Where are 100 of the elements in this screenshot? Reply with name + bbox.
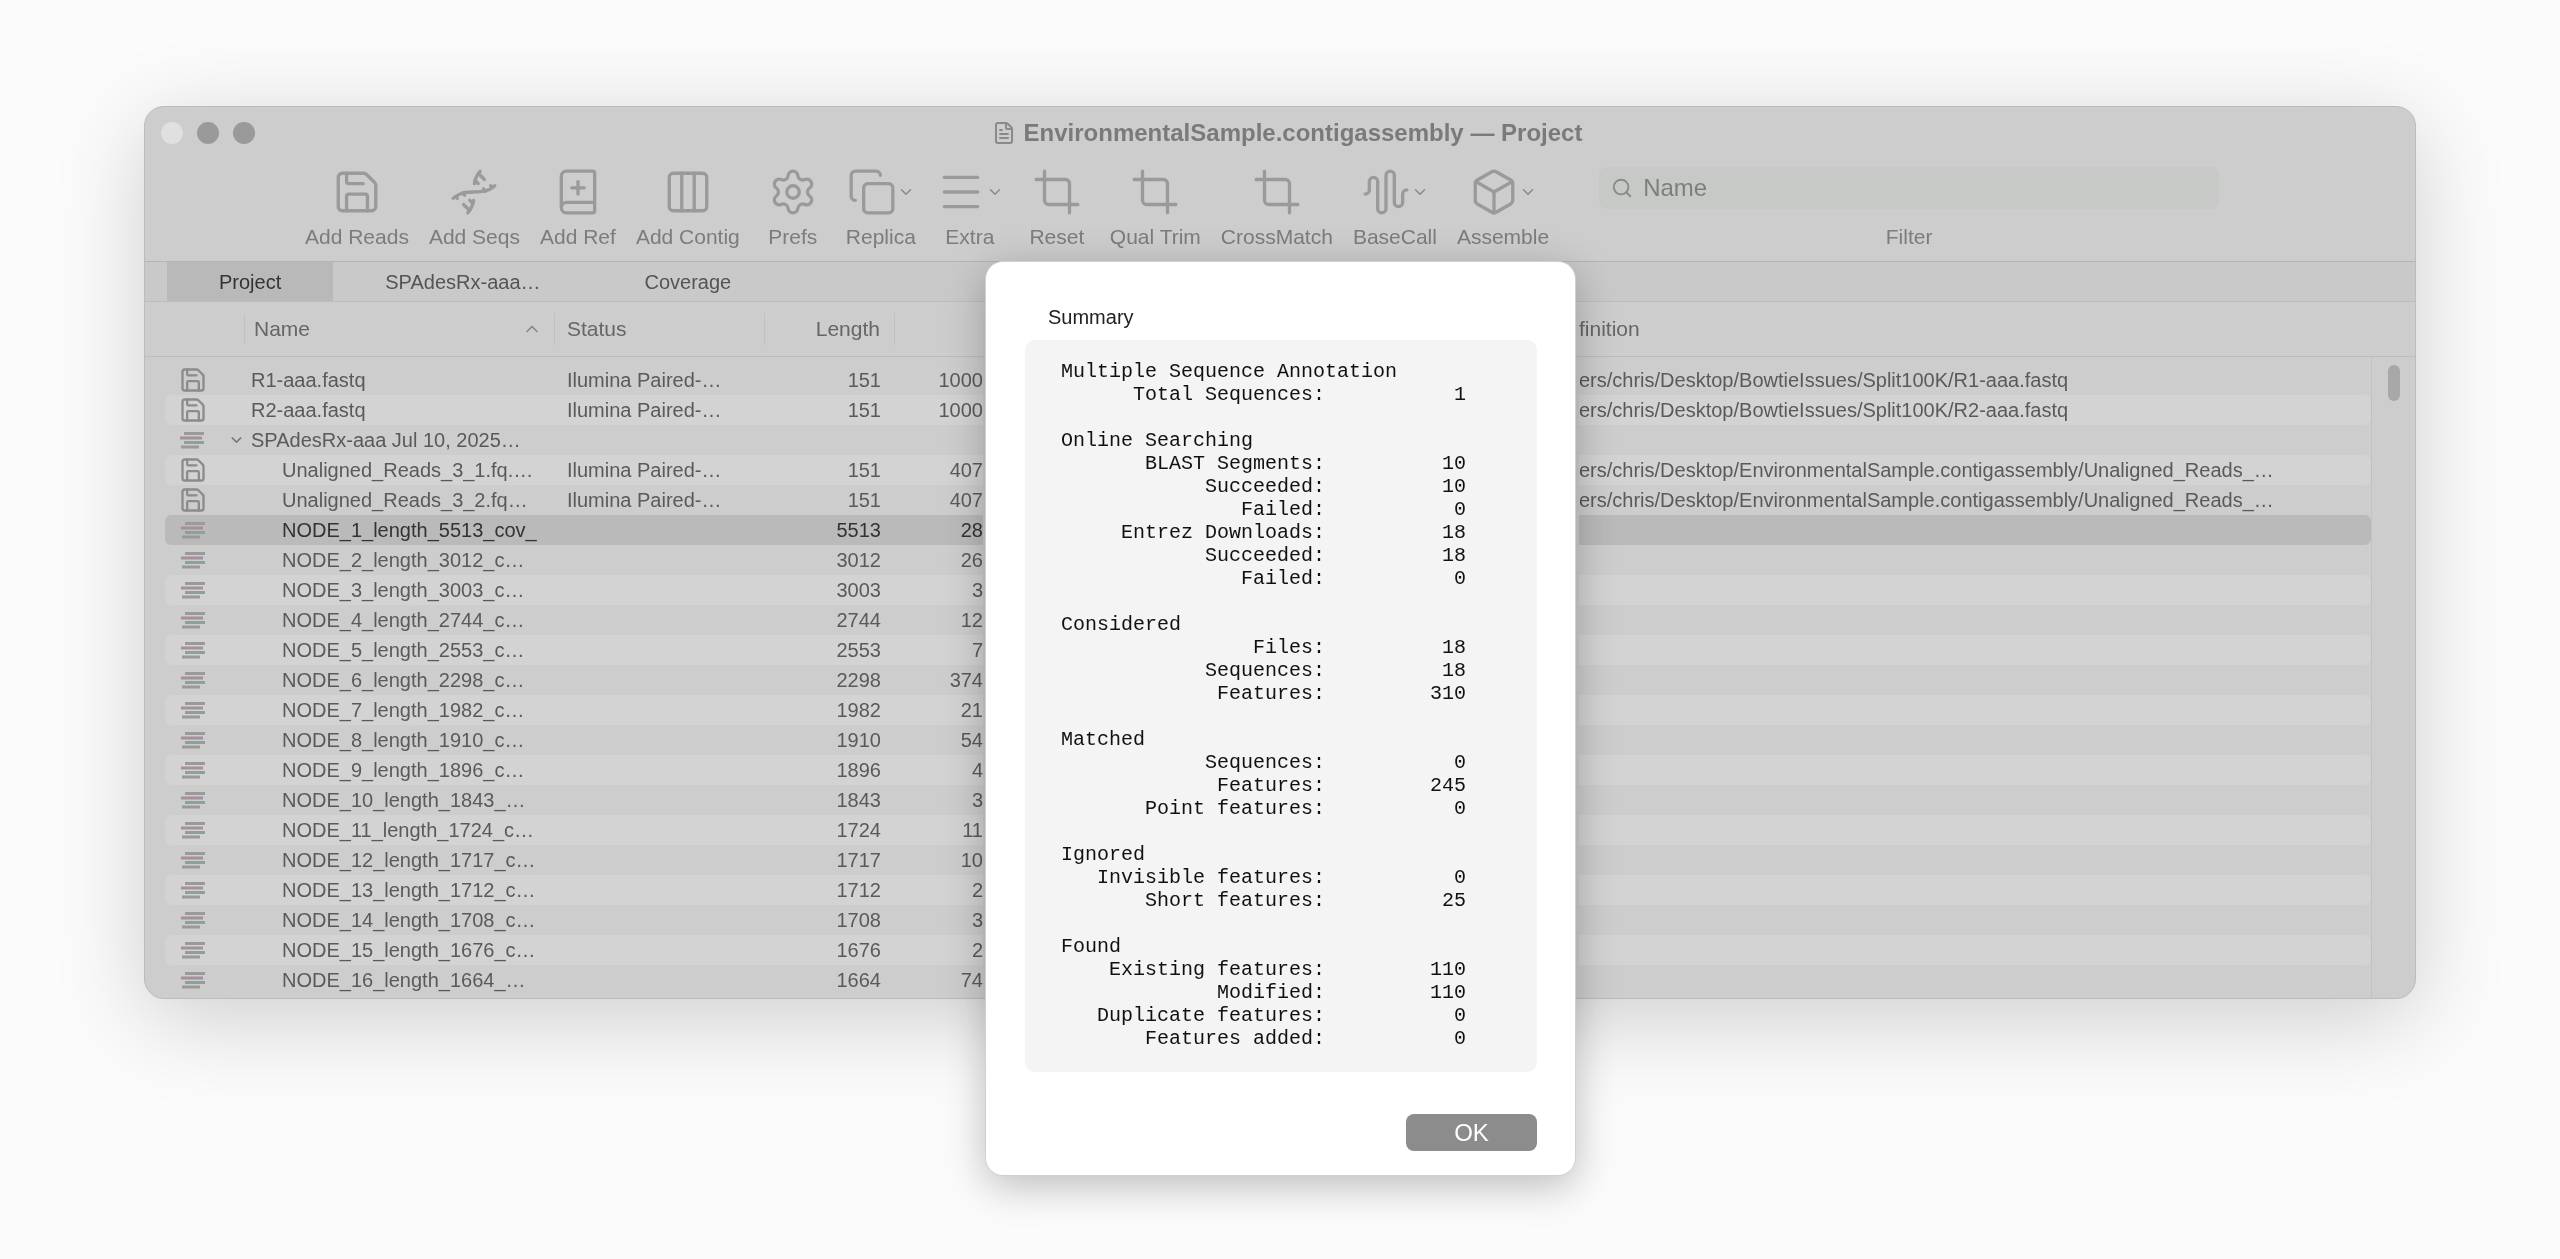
count-cell: 21 xyxy=(960,699,983,721)
table-row[interactable]: NODE_13_length_1712_c… 1712 2 xyxy=(165,875,983,905)
table-row[interactable]: NODE_1_length_5513_cov_ 5513 28 xyxy=(165,515,983,545)
search-icon xyxy=(1611,177,1634,199)
file-name: NODE_8_length_1910_c… xyxy=(282,729,525,751)
length-cell: 151 xyxy=(847,489,881,511)
column-header[interactable]: finition xyxy=(1579,313,2415,345)
section-heading: Ignored xyxy=(1061,843,1145,866)
length-cell: 151 xyxy=(847,369,881,391)
column-header[interactable]: Status xyxy=(555,313,765,345)
summary-value: 0 xyxy=(1453,567,1466,590)
tab[interactable]: Project xyxy=(167,262,334,301)
toolbar-button[interactable]: BaseCall xyxy=(1342,159,1447,253)
ok-button[interactable]: OK xyxy=(1406,1114,1537,1151)
table-row[interactable] xyxy=(1579,815,2371,845)
summary-value: 25 xyxy=(1441,889,1466,912)
toolbar-button[interactable]: Prefs xyxy=(749,159,836,253)
table-row[interactable] xyxy=(1579,695,2371,725)
summary-label: Entrez Downloads: xyxy=(1119,521,1325,544)
summary-label: Invisible features: xyxy=(1095,866,1325,889)
table-row[interactable]: NODE_10_length_1843_… 1843 3 xyxy=(165,785,983,815)
table-row[interactable] xyxy=(1579,575,2371,605)
tab[interactable]: SPAdesRx-aaa… xyxy=(333,262,593,301)
length-cell: 2298 xyxy=(836,669,881,691)
file-name: NODE_7_length_1982_c… xyxy=(282,699,525,721)
contig-icon xyxy=(179,941,207,959)
table-row[interactable]: NODE_4_length_2744_c… 2744 12 xyxy=(165,605,983,635)
table-row[interactable]: NODE_15_length_1676_c… 1676 2 xyxy=(165,935,983,965)
toolbar-button[interactable]: Add Reads xyxy=(295,159,419,253)
path-cell-text: ers/chris/Desktop/BowtieIssues/Split100K/R2-aaa.fastq xyxy=(1579,398,2069,423)
summary-label: BLAST Segments: xyxy=(1143,452,1325,475)
window-title: EnvironmentalSample.contigassembly — Project xyxy=(1023,118,1583,148)
crop-icon xyxy=(1251,167,1302,217)
table-row[interactable] xyxy=(1579,515,2371,545)
summary-value: 18 xyxy=(1441,636,1466,659)
summary-label: Existing features: xyxy=(1107,958,1325,981)
toolbar-button[interactable]: CrossMatch xyxy=(1210,159,1343,253)
file-name: NODE_2_length_3012_c… xyxy=(282,549,525,571)
file-name: NODE_10_length_1843_… xyxy=(282,789,526,811)
status-cell: Ilumina Paired-… xyxy=(567,489,722,511)
count-cell: 1000 xyxy=(938,369,983,391)
length-cell: 1717 xyxy=(836,849,881,871)
toolbar-button[interactable]: Qual Trim xyxy=(1099,159,1211,253)
toolbar-button[interactable]: Add Contig xyxy=(625,159,750,253)
table-row[interactable]: NODE_6_length_2298_c… 2298 374 xyxy=(165,665,983,695)
column-header[interactable]: Name xyxy=(245,313,555,345)
table-row[interactable]: NODE_3_length_3003_c… 3003 3 xyxy=(165,575,983,605)
table-row[interactable]: ers/chris/Desktop/EnvironmentalSample.contigassembly/Unaligned_Reads_… xyxy=(1579,455,2371,485)
minimize-button[interactable] xyxy=(197,122,219,144)
file-name: NODE_3_length_3003_c… xyxy=(282,579,525,601)
summary-value: 245 xyxy=(1429,774,1466,797)
table-row[interactable]: NODE_12_length_1717_c… 1717 10 xyxy=(165,845,983,875)
summary-label: Modified: xyxy=(1215,981,1325,1004)
table-row[interactable] xyxy=(1579,635,2371,665)
file-name: NODE_11_length_1724_c… xyxy=(282,819,535,841)
table-row[interactable]: NODE_9_length_1896_c… 1896 4 xyxy=(165,755,983,785)
table-row[interactable] xyxy=(1579,875,2371,905)
zoom-button[interactable] xyxy=(233,122,255,144)
toolbar-button[interactable]: Replica xyxy=(835,159,926,253)
contig-icon xyxy=(179,671,207,689)
table-row[interactable]: Unaligned_Reads_3_2.fq… Ilumina Paired-… 151 407 xyxy=(165,485,983,515)
table-row[interactable]: R2-aaa.fastq Ilumina Paired-… 151 1000 xyxy=(165,395,983,425)
scrollbar-thumb[interactable] xyxy=(2387,365,2400,401)
summary-value: 18 xyxy=(1441,521,1466,544)
table-row[interactable]: SPAdesRx-aaa Jul 10, 2025… xyxy=(165,425,983,455)
summary-label: Short features: xyxy=(1143,889,1325,912)
section-heading: Matched xyxy=(1061,728,1145,751)
table-row[interactable] xyxy=(1579,755,2371,785)
length-cell: 151 xyxy=(847,399,881,421)
table-row[interactable]: NODE_11_length_1724_c… 1724 11 xyxy=(165,815,983,845)
count-cell: 3 xyxy=(971,579,983,601)
contig-icon xyxy=(179,551,207,569)
table-row[interactable]: NODE_2_length_3012_c… 3012 26 xyxy=(165,545,983,575)
table-row[interactable]: NODE_16_length_1664_… 1664 74 xyxy=(165,965,983,995)
path-cell-text: ers/chris/Desktop/EnvironmentalSample.contigassembly/Unaligned_Reads_… xyxy=(1579,458,2274,484)
table-row[interactable]: R1-aaa.fastq Ilumina Paired-… 151 1000 xyxy=(165,365,983,395)
floppy-icon xyxy=(179,396,207,424)
table-row[interactable]: NODE_14_length_1708_c… 1708 3 xyxy=(165,905,983,935)
table-row[interactable] xyxy=(1579,935,2371,965)
column-header[interactable]: Length xyxy=(765,313,895,345)
file-name: NODE_12_length_1717_c… xyxy=(282,849,536,871)
toolbar-button[interactable]: Add Ref xyxy=(530,159,626,253)
tab[interactable]: Coverage xyxy=(592,262,784,301)
summary-label: Failed: xyxy=(1240,498,1325,521)
count-cell: 10 xyxy=(960,849,983,871)
crop-icon xyxy=(1031,167,1082,217)
table-row[interactable]: NODE_8_length_1910_c… 1910 54 xyxy=(165,725,983,755)
table-row[interactable]: Unaligned_Reads_3_1.fq.… Ilumina Paired-… 151 407 xyxy=(165,455,983,485)
toolbar-button[interactable]: Assemble xyxy=(1446,159,1560,253)
count-cell: 2 xyxy=(971,879,983,901)
table-row[interactable]: NODE_5_length_2553_c… 2553 7 xyxy=(165,635,983,665)
toolbar-button[interactable]: Reset xyxy=(1013,159,1100,253)
filter-field[interactable]: Name xyxy=(1599,167,2220,209)
table-row[interactable]: ers/chris/Desktop/BowtieIssues/Split100K/R2-aaa.fastq xyxy=(1579,395,2371,425)
file-name: NODE_13_length_1712_c… xyxy=(282,879,536,901)
summary-label: Features: xyxy=(1215,682,1325,705)
table-row[interactable]: NODE_7_length_1982_c… 1982 21 xyxy=(165,695,983,725)
toolbar-button[interactable]: Extra xyxy=(925,159,1014,253)
length-cell: 1843 xyxy=(836,789,881,811)
toolbar-button[interactable]: Add Seqs xyxy=(418,159,530,253)
